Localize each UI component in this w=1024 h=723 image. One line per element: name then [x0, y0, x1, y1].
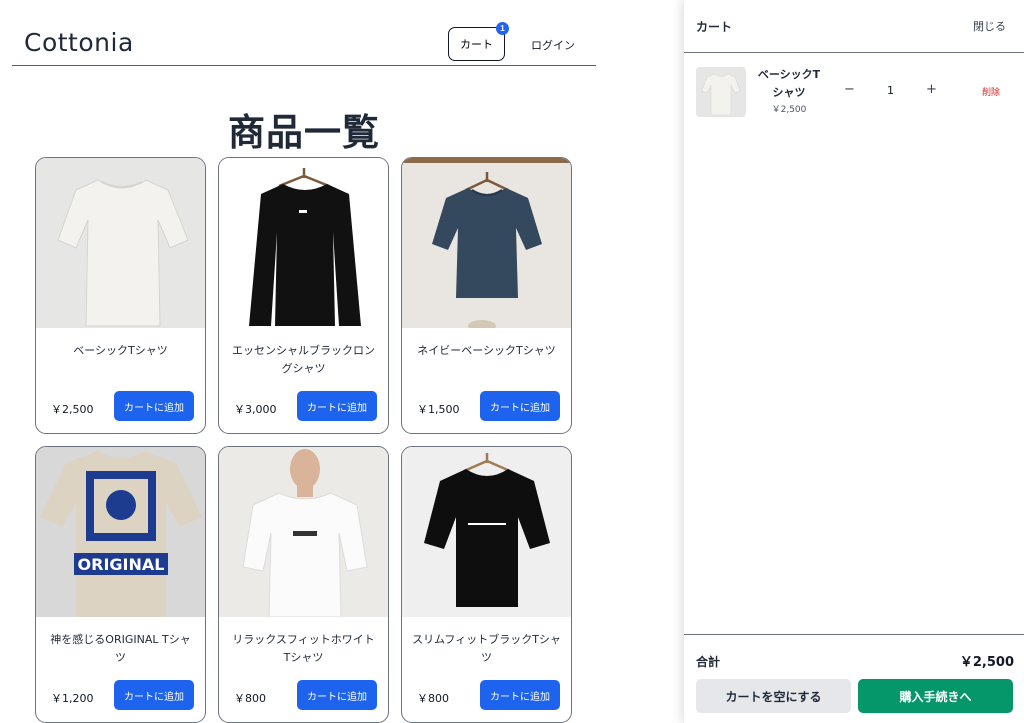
add-to-cart-button[interactable]: カートに追加 [297, 391, 377, 421]
cart-button[interactable]: カート 1 [448, 22, 509, 61]
product-price: ￥1,200 [51, 692, 94, 705]
product-price: ￥2,500 [51, 403, 94, 416]
add-to-cart-button[interactable]: カートに追加 [480, 680, 560, 710]
product-name: ネイビーベーシックTシャツ [417, 344, 556, 357]
product-card: スリムフィットブラックTシャツ ￥800 カートに追加 [401, 446, 572, 723]
cart-panel: カート 閉じる ベーシックTシャツ ￥2,500 − 1 + 削除 合計 ￥2,… [684, 0, 1024, 723]
product-name: スリムフィットブラックTシャツ [412, 633, 561, 664]
add-to-cart-button[interactable]: カートに追加 [480, 391, 560, 421]
checkout-button[interactable]: 購入手続きへ [858, 679, 1013, 713]
site-logo[interactable]: Cottonia [24, 28, 134, 57]
white-tshirt-image[interactable] [36, 158, 205, 328]
site-header: Cottonia カート 1 ログイン [12, 0, 596, 66]
cart-panel-header: カート 閉じる [684, 0, 1024, 53]
product-price: ￥800 [417, 692, 449, 705]
product-card: ORIGINAL 神を感じるORIGINAL Tシャツ ￥1,200 カートに追… [35, 446, 206, 723]
delete-item-button[interactable]: 削除 [982, 85, 1000, 98]
product-name: エッセンシャルブラックロングシャツ [232, 344, 375, 375]
cart-count-badge: 1 [496, 22, 509, 35]
store-page: Cottonia カート 1 ログイン 商品一覧 ベーシックTシャツ ￥2,50… [0, 0, 1024, 723]
white-relaxfit-tshirt-image[interactable] [219, 447, 388, 617]
increase-quantity-button[interactable]: + [926, 82, 937, 97]
svg-text:ORIGINAL: ORIGINAL [78, 555, 165, 574]
login-link[interactable]: ログイン [531, 37, 575, 53]
cart-panel-title: カート [696, 20, 733, 34]
cart-item-name: ベーシックTシャツ [757, 68, 821, 99]
product-card: リラックスフィットホワイトTシャツ ￥800 カートに追加 [218, 446, 389, 723]
black-slimfit-tshirt-image[interactable] [402, 447, 571, 617]
product-card: ベーシックTシャツ ￥2,500 カートに追加 [35, 157, 206, 434]
total-value: ￥2,500 [959, 655, 1014, 670]
cart-item-quantity: 1 [887, 84, 894, 97]
cart-item-price: ￥2,500 [771, 105, 807, 115]
clear-cart-button[interactable]: カートを空にする [696, 679, 851, 713]
decrease-quantity-button[interactable]: − [844, 82, 855, 97]
cart-item-thumbnail [696, 67, 746, 117]
product-price: ￥3,000 [234, 403, 277, 416]
add-to-cart-button[interactable]: カートに追加 [297, 680, 377, 710]
cart-panel-footer: 合計 ￥2,500 カートを空にする 購入手続きへ [684, 634, 1024, 723]
product-card: ネイビーベーシックTシャツ ￥1,500 カートに追加 [401, 157, 572, 434]
product-name: ベーシックTシャツ [73, 344, 168, 357]
product-card: エッセンシャルブラックロングシャツ ￥3,000 カートに追加 [218, 157, 389, 434]
add-to-cart-button[interactable]: カートに追加 [114, 680, 194, 710]
product-price: ￥800 [234, 692, 266, 705]
original-print-tshirt-image[interactable]: ORIGINAL [36, 447, 205, 617]
product-name: リラックスフィットホワイトTシャツ [232, 633, 375, 664]
close-cart-button[interactable]: 閉じる [973, 18, 1006, 34]
navy-tshirt-image[interactable] [402, 158, 571, 328]
black-longsleeve-image[interactable] [219, 158, 388, 328]
cart-button-label: カート [460, 39, 493, 51]
total-label: 合計 [696, 655, 721, 669]
product-price: ￥1,500 [417, 403, 460, 416]
product-name: 神を感じるORIGINAL Tシャツ [50, 633, 191, 664]
add-to-cart-button[interactable]: カートに追加 [114, 391, 194, 421]
page-title: 商品一覧 [228, 111, 380, 154]
